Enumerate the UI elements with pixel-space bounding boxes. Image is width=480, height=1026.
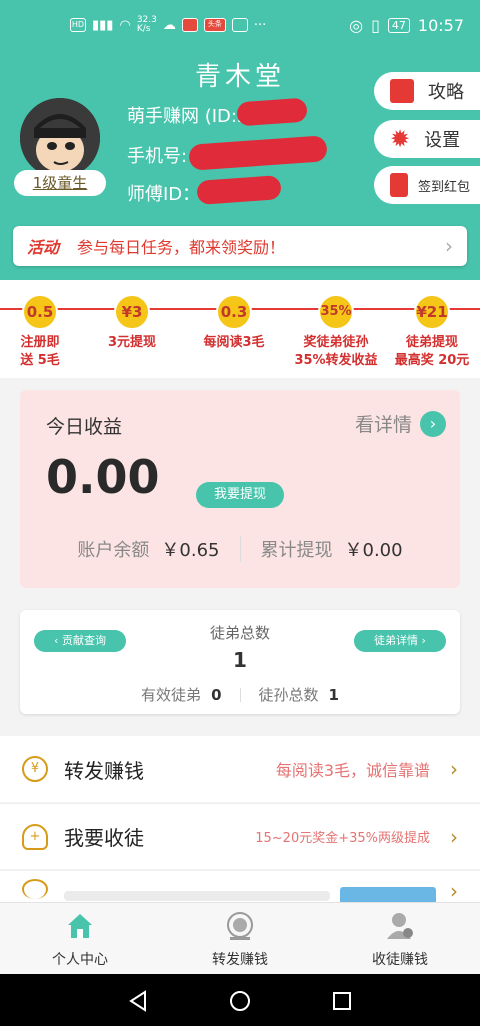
signal-icon: ▮▮▮ bbox=[92, 17, 114, 33]
student-total-label: 徒弟总数 bbox=[209, 624, 270, 642]
more-icon: ··· bbox=[253, 17, 267, 33]
status-bar: HD ▮▮▮ ◠ 32.3 K/s ☁ 头条 ··· ◎ ▯ 47 10:57 bbox=[0, 0, 480, 56]
yuan-icon: ¥ bbox=[22, 756, 48, 782]
wechat-icon: ☁ bbox=[162, 17, 176, 33]
book-icon bbox=[390, 79, 414, 103]
toutiao-icon: 头条 bbox=[203, 18, 226, 32]
app-icon bbox=[231, 18, 248, 32]
avatar[interactable] bbox=[20, 98, 100, 178]
earnings-card: 今日收益 看详情 › 0.00 我要提现 账户余额 ￥0.65 累计提现 ￥0.… bbox=[20, 390, 460, 588]
qq-group-text bbox=[64, 891, 330, 901]
battery-icon: 47 bbox=[387, 18, 410, 33]
coin-icon bbox=[227, 912, 253, 940]
level-badge[interactable]: 1级童生 bbox=[14, 170, 106, 196]
red-envelope-icon bbox=[390, 173, 408, 197]
settings-button[interactable]: ✹ 设置 bbox=[374, 120, 480, 158]
chevron-right-icon: › bbox=[450, 824, 458, 849]
earnings-label: 今日收益 bbox=[46, 416, 123, 438]
home-icon bbox=[68, 914, 92, 938]
menu-item-share-earn[interactable]: ¥ 转发赚钱 每阅读3毛，诚信靠谱 › bbox=[0, 736, 480, 802]
perk-badge: ¥3 bbox=[114, 294, 150, 330]
balance-row: 账户余额 ￥0.65 累计提现 ￥0.00 bbox=[20, 536, 460, 562]
clock: 10:57 bbox=[417, 16, 464, 35]
earnings-amount: 0.00 bbox=[46, 450, 160, 504]
network-speed: 32.3 K/s bbox=[136, 15, 157, 34]
perk-text: 奖徒弟徒孙 35%转发收益 bbox=[294, 335, 378, 368]
tab-recruit-earn[interactable]: 收徒赚钱 bbox=[320, 903, 480, 974]
hd-icon: HD bbox=[70, 18, 86, 32]
recents-icon[interactable] bbox=[332, 991, 352, 1011]
back-icon[interactable] bbox=[128, 990, 148, 1012]
perk-badge: ¥21 bbox=[414, 294, 450, 330]
activity-text: 参与每日任务，都来领奖励！ bbox=[77, 238, 286, 257]
perk-badge: 0.3 bbox=[216, 294, 252, 330]
perk-item: 0.3 每阅读3毛 bbox=[186, 294, 282, 352]
perk-text: 3元提现 bbox=[107, 335, 157, 350]
master-id: 师傅ID： bbox=[127, 175, 282, 206]
perk-item: ¥3 3元提现 bbox=[84, 294, 180, 352]
system-nav-bar bbox=[0, 974, 480, 1026]
chevron-right-icon: › bbox=[450, 757, 458, 781]
menu-item-qq-group[interactable]: › bbox=[0, 870, 480, 905]
headphones-icon: ◎ bbox=[349, 16, 364, 35]
bulb-icon bbox=[22, 879, 48, 899]
add-user-icon: + bbox=[22, 823, 48, 850]
arrow-right-icon: › bbox=[420, 410, 446, 437]
students-card: ‹ 贡献查询 徒弟详情 › 徒弟总数 1 有效徒弟 0 徒孙总数 1 bbox=[20, 610, 460, 714]
wifi-icon: ◠ bbox=[119, 17, 131, 33]
chevron-right-icon: › bbox=[445, 234, 453, 258]
gear-icon: ✹ bbox=[390, 125, 411, 153]
nickname: 萌手赚网 (ID:3 bbox=[127, 97, 308, 128]
perk-item: 35% 奖徒弟徒孙 35%转发收益 bbox=[288, 294, 384, 370]
perk-item: 0.5 注册即 送 5毛 bbox=[0, 294, 88, 370]
chevron-right-icon: › bbox=[450, 879, 458, 903]
user-icon bbox=[387, 913, 413, 939]
guide-button[interactable]: 攻略 bbox=[374, 72, 480, 110]
total-withdrawn-value: ￥0.00 bbox=[344, 540, 403, 561]
perk-text: 徒弟提现 最高奖 20元 bbox=[394, 335, 470, 368]
perk-badge: 35% bbox=[318, 294, 354, 330]
tab-profile[interactable]: 个人中心 bbox=[0, 903, 160, 974]
withdraw-button[interactable]: 我要提现 bbox=[196, 482, 284, 508]
activity-banner[interactable]: 活动 参与每日任务，都来领奖励！ › bbox=[13, 226, 467, 266]
balance-value: ￥0.65 bbox=[161, 540, 220, 561]
activity-tag: 活动 bbox=[27, 238, 60, 257]
perk-text: 注册即 送 5毛 bbox=[20, 335, 60, 368]
student-total: 1 bbox=[233, 648, 247, 672]
perk-text: 每阅读3毛 bbox=[203, 335, 265, 350]
perks-strip: 0.5 注册即 送 5毛 ¥3 3元提现 0.3 每阅读3毛 35% 奖徒弟徒孙… bbox=[0, 280, 480, 378]
notification-icon bbox=[181, 18, 198, 32]
phone: 手机号: bbox=[127, 135, 328, 171]
tab-share-earn[interactable]: 转发赚钱 bbox=[160, 903, 320, 974]
earnings-detail-link[interactable]: 看详情 › bbox=[355, 410, 446, 437]
checkin-button[interactable]: 签到红包 bbox=[374, 166, 480, 204]
student-stats: 有效徒弟 0 徒孙总数 1 bbox=[141, 685, 339, 705]
menu-item-recruit[interactable]: + 我要收徒 15~20元奖金+35%两级提成 › bbox=[0, 803, 480, 869]
vibrate-icon: ▯ bbox=[371, 16, 380, 35]
perk-badge: 0.5 bbox=[22, 294, 58, 330]
tab-bar: 个人中心 转发赚钱 收徒赚钱 bbox=[0, 902, 480, 974]
home-nav-icon[interactable] bbox=[229, 990, 251, 1012]
perk-item: ¥21 徒弟提现 最高奖 20元 bbox=[384, 294, 480, 370]
